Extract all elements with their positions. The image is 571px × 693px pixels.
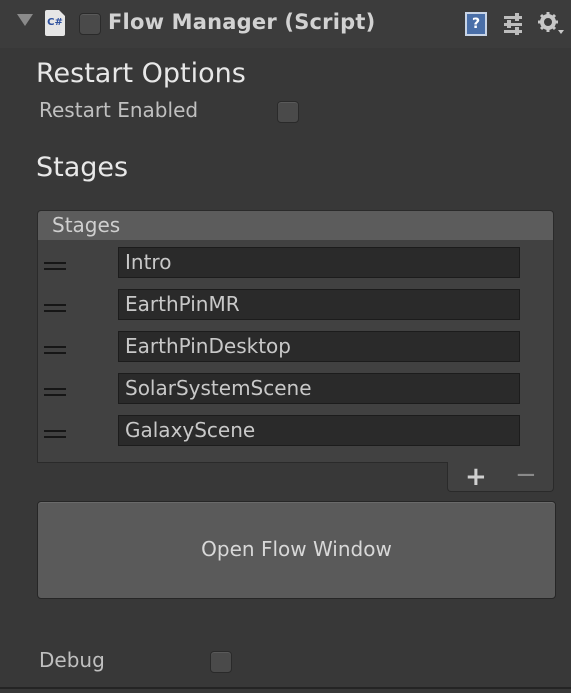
foldout-arrow-icon[interactable] bbox=[17, 14, 33, 26]
stages-list-header: Stages bbox=[37, 210, 554, 240]
help-icon[interactable]: ? bbox=[465, 12, 487, 36]
open-flow-window-button[interactable]: Open Flow Window bbox=[37, 501, 556, 599]
stages-heading: Stages bbox=[36, 152, 129, 183]
stage-field-earthpindesktop[interactable]: EarthPinDesktop bbox=[118, 331, 520, 362]
component-enabled-checkbox[interactable] bbox=[79, 13, 101, 35]
stage-field-earthpinmr[interactable]: EarthPinMR bbox=[118, 289, 520, 320]
drag-handle-icon[interactable] bbox=[44, 262, 66, 270]
remove-stage-button[interactable]: − bbox=[515, 462, 537, 488]
stages-list-header-label: Stages bbox=[52, 213, 121, 237]
divider bbox=[0, 687, 571, 689]
add-stage-button[interactable]: + bbox=[465, 464, 487, 490]
drag-handle-icon[interactable] bbox=[44, 304, 66, 312]
csharp-script-icon: C# bbox=[45, 10, 65, 36]
restart-options-heading: Restart Options bbox=[36, 58, 246, 89]
drag-handle-icon[interactable] bbox=[44, 388, 66, 396]
restart-enabled-checkbox[interactable] bbox=[277, 101, 299, 123]
debug-label: Debug bbox=[39, 648, 105, 672]
stage-field-intro[interactable]: Intro bbox=[118, 247, 520, 278]
component-title: Flow Manager (Script) bbox=[108, 10, 376, 34]
drag-handle-icon[interactable] bbox=[44, 346, 66, 354]
restart-enabled-label: Restart Enabled bbox=[39, 98, 199, 122]
gear-icon[interactable] bbox=[537, 10, 565, 36]
stage-field-solarsystemscene[interactable]: SolarSystemScene bbox=[118, 373, 520, 404]
stage-field-galaxyscene[interactable]: GalaxyScene bbox=[118, 415, 520, 446]
preset-sliders-icon[interactable] bbox=[502, 12, 524, 36]
drag-handle-icon[interactable] bbox=[44, 430, 66, 438]
debug-checkbox[interactable] bbox=[210, 651, 232, 673]
list-footer bbox=[447, 462, 554, 492]
